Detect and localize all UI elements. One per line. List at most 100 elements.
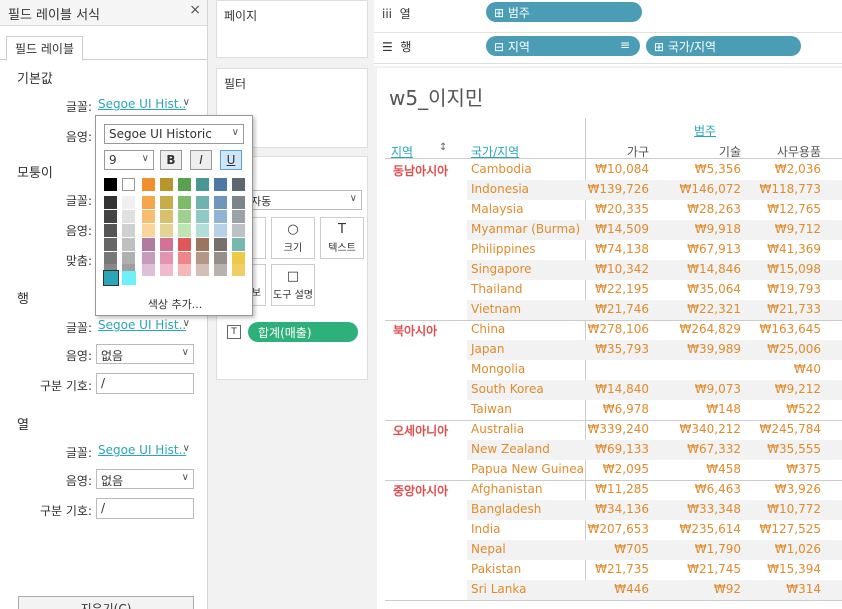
color-swatch[interactable] bbox=[214, 224, 227, 237]
color-swatch[interactable] bbox=[122, 224, 135, 237]
color-swatch[interactable] bbox=[178, 210, 191, 223]
color-swatch[interactable] bbox=[214, 196, 227, 209]
underline-button[interactable]: U bbox=[220, 150, 242, 170]
row-separator-input[interactable]: / bbox=[96, 373, 194, 394]
color-swatch[interactable] bbox=[142, 178, 155, 191]
corner-shading-label: 음영: bbox=[65, 224, 92, 238]
color-swatch[interactable] bbox=[178, 196, 191, 209]
color-swatch[interactable] bbox=[122, 196, 135, 209]
value-cell: ₩14,509 bbox=[595, 222, 649, 236]
color-swatch[interactable] bbox=[214, 264, 227, 276]
table-row[interactable]: Singapore ₩10,342 ₩14,846 ₩15,098 bbox=[467, 260, 842, 280]
color-swatch[interactable] bbox=[196, 224, 209, 237]
color-swatch[interactable] bbox=[104, 238, 117, 251]
color-swatch[interactable] bbox=[160, 224, 173, 237]
table-row[interactable]: Myanmar (Burma) ₩14,509 ₩9,918 ₩9,712 bbox=[467, 220, 842, 240]
table-row[interactable]: Nepal ₩705 ₩1,790 ₩1,026 bbox=[467, 540, 842, 560]
color-swatch[interactable] bbox=[104, 178, 117, 191]
recent-color-swatch[interactable] bbox=[103, 270, 119, 286]
table-row[interactable]: New Zealand ₩69,133 ₩67,332 ₩35,555 bbox=[467, 440, 842, 460]
color-swatch[interactable] bbox=[196, 238, 209, 251]
table-row[interactable]: India ₩207,653 ₩235,614 ₩127,525 bbox=[467, 520, 842, 540]
color-swatch[interactable] bbox=[142, 224, 155, 237]
color-swatch[interactable] bbox=[122, 178, 135, 191]
row-shading-select[interactable]: 없음 ∨ bbox=[96, 344, 194, 364]
color-swatch[interactable] bbox=[232, 178, 245, 191]
table-row[interactable]: Australia ₩339,240 ₩340,212 ₩245,784 bbox=[467, 420, 842, 440]
color-swatch[interactable] bbox=[142, 196, 155, 209]
color-swatch[interactable] bbox=[104, 210, 117, 223]
row-font-select[interactable]: Segoe UI Hist.. ∨ bbox=[96, 316, 194, 336]
color-swatch[interactable] bbox=[160, 264, 173, 276]
color-swatch[interactable] bbox=[232, 196, 245, 209]
color-swatch[interactable] bbox=[160, 238, 173, 251]
col-shading-select[interactable]: 없음 ∨ bbox=[96, 469, 194, 489]
table-row[interactable]: Sri Lanka ₩446 ₩92 ₩314 bbox=[467, 580, 842, 600]
col-pill-category[interactable]: ⊞ 범주 bbox=[486, 2, 642, 22]
table-row[interactable]: Thailand ₩22,195 ₩35,064 ₩19,793 bbox=[467, 280, 842, 300]
close-icon[interactable]: × bbox=[189, 2, 201, 18]
table-row[interactable]: Mongolia ₩40 bbox=[467, 360, 842, 380]
tooltip-mark-button[interactable]: □ 도구 설명 bbox=[271, 264, 315, 306]
color-swatch[interactable] bbox=[178, 264, 191, 276]
color-swatch[interactable] bbox=[160, 210, 173, 223]
table-row[interactable]: Papua New Guinea ₩2,095 ₩458 ₩375 bbox=[467, 460, 842, 480]
color-swatch[interactable] bbox=[122, 210, 135, 223]
color-swatch[interactable] bbox=[196, 264, 209, 276]
table-row[interactable]: Japan ₩35,793 ₩39,989 ₩25,006 bbox=[467, 340, 842, 360]
col-font-select[interactable]: Segoe UI Hist.. ∨ bbox=[96, 441, 194, 461]
pages-card[interactable]: 페이지 bbox=[216, 0, 368, 58]
color-swatch[interactable] bbox=[178, 178, 191, 191]
color-swatch[interactable] bbox=[214, 238, 227, 251]
table-row[interactable]: Bangladesh ₩34,136 ₩33,348 ₩10,772 bbox=[467, 500, 842, 520]
color-swatch[interactable] bbox=[104, 196, 117, 209]
value-cell: ₩245,784 bbox=[759, 422, 822, 436]
col-separator-input[interactable]: / bbox=[96, 498, 194, 519]
recent-color-swatch[interactable] bbox=[122, 271, 136, 285]
italic-button[interactable]: I bbox=[190, 150, 212, 170]
color-swatch[interactable] bbox=[214, 178, 227, 191]
color-swatch[interactable] bbox=[196, 196, 209, 209]
color-swatch[interactable] bbox=[232, 238, 245, 251]
sum-sales-pill[interactable]: 합계(매출) bbox=[248, 322, 358, 342]
row-pill-country[interactable]: ⊞ 국가/지역 bbox=[646, 36, 801, 56]
color-swatch[interactable] bbox=[196, 210, 209, 223]
color-swatch[interactable] bbox=[232, 264, 245, 276]
sort-ascending-icon[interactable]: ↕ bbox=[439, 142, 447, 153]
color-swatch[interactable] bbox=[142, 210, 155, 223]
table-row[interactable]: Afghanistan ₩11,285 ₩6,463 ₩3,926 bbox=[467, 480, 842, 500]
font-family-select[interactable]: Segoe UI Historic ∨ bbox=[104, 124, 244, 144]
table-row[interactable]: Cambodia ₩10,084 ₩5,356 ₩2,036 bbox=[467, 160, 842, 180]
table-row[interactable]: Malaysia ₩20,335 ₩28,263 ₩12,765 bbox=[467, 200, 842, 220]
mark-type-select[interactable]: 자동 ∨ bbox=[246, 190, 362, 210]
table-row[interactable]: Indonesia ₩139,726 ₩146,072 ₩118,773 bbox=[467, 180, 842, 200]
color-swatch[interactable] bbox=[232, 224, 245, 237]
text-mark-button[interactable]: T 텍스트 bbox=[320, 217, 364, 259]
row-pill-region[interactable]: ⊟ 지역 ≡ bbox=[486, 36, 640, 56]
color-swatch[interactable] bbox=[142, 264, 155, 276]
color-swatch[interactable] bbox=[178, 224, 191, 237]
col-group-header[interactable]: 범주 bbox=[694, 122, 716, 139]
color-swatch[interactable] bbox=[232, 210, 245, 223]
size-mark-button[interactable]: ○ 크기 bbox=[271, 217, 315, 259]
default-font-select[interactable]: Segoe UI Hist.. ∨ bbox=[96, 95, 194, 115]
color-swatch[interactable] bbox=[214, 210, 227, 223]
table-row[interactable]: Vietnam ₩21,746 ₩22,321 ₩21,733 bbox=[467, 300, 842, 320]
table-row[interactable]: Taiwan ₩6,978 ₩148 ₩522 bbox=[467, 400, 842, 420]
color-swatch[interactable] bbox=[196, 178, 209, 191]
tab-field-labels[interactable]: 필드 레이블 bbox=[6, 36, 84, 61]
color-swatch[interactable] bbox=[104, 224, 117, 237]
color-swatch[interactable] bbox=[142, 238, 155, 251]
color-swatch[interactable] bbox=[160, 196, 173, 209]
clear-button[interactable]: 지우기(C) bbox=[18, 596, 194, 609]
table-row[interactable]: Pakistan ₩21,735 ₩21,745 ₩15,394 bbox=[467, 560, 842, 580]
table-row[interactable]: China ₩278,106 ₩264,829 ₩163,645 bbox=[467, 320, 842, 340]
color-swatch[interactable] bbox=[160, 178, 173, 191]
color-swatch[interactable] bbox=[122, 238, 135, 251]
table-row[interactable]: Philippines ₩74,138 ₩67,913 ₩41,369 bbox=[467, 240, 842, 260]
color-swatch[interactable] bbox=[178, 238, 191, 251]
add-color-link[interactable]: 색상 추가... bbox=[96, 296, 254, 312]
bold-button[interactable]: B bbox=[160, 150, 182, 170]
table-row[interactable]: South Korea ₩14,840 ₩9,073 ₩9,212 bbox=[467, 380, 842, 400]
font-size-select[interactable]: 9 ∨ bbox=[104, 150, 154, 170]
